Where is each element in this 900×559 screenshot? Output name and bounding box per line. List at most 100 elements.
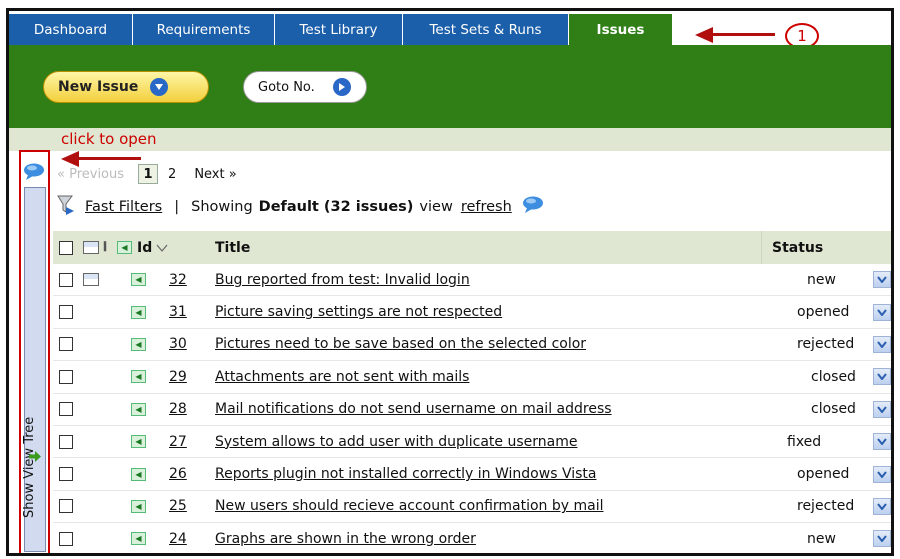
row-checkbox[interactable]	[59, 296, 73, 327]
row-checkbox[interactable]	[59, 426, 73, 457]
step-icon[interactable]: ◀	[131, 458, 146, 489]
table-row[interactable]: ◀ 30 Pictures need to be save based on the…	[53, 329, 891, 362]
fast-filters-link[interactable]: Fast Filters	[85, 199, 162, 215]
status-dropdown-button[interactable]	[873, 491, 891, 522]
sort-down-icon	[156, 240, 168, 256]
status-dropdown-button[interactable]	[873, 264, 891, 295]
new-issue-label: New Issue	[58, 79, 139, 95]
issue-id-link[interactable]: 25	[169, 491, 187, 522]
chevron-down-icon	[873, 303, 891, 321]
step-icon: ◀	[117, 231, 132, 264]
id-column-header[interactable]: Id	[137, 231, 168, 264]
step-icon[interactable]: ◀	[131, 264, 146, 295]
issue-status: opened	[797, 304, 850, 321]
title-column-header[interactable]: Title	[215, 231, 250, 264]
chevron-down-icon	[873, 433, 891, 451]
issue-title-link[interactable]: Attachments are not sent with mails	[215, 361, 469, 392]
status-header-label: Status	[772, 239, 824, 256]
showing-prefix: Showing	[191, 199, 253, 215]
issue-id-link[interactable]: 28	[169, 394, 187, 425]
table-row[interactable]: ◀ 32 Bug reported from test: Invalid login…	[53, 264, 891, 297]
issue-title-link[interactable]: Graphs are shown in the wrong order	[215, 523, 476, 553]
issue-title-link[interactable]: Mail notifications do not send username …	[215, 394, 612, 425]
table-row[interactable]: ◀ 28 Mail notifications do not send userna…	[53, 394, 891, 426]
issue-id-link[interactable]: 29	[169, 361, 187, 392]
paperclip-icon: 𝐈	[103, 240, 108, 255]
row-checkbox[interactable]	[59, 523, 73, 553]
issues-table: 𝐈 ◀ Id Title Status ◀ 32 Bug reported from…	[53, 231, 891, 553]
tab-test-sets-runs[interactable]: Test Sets & Runs	[403, 14, 569, 45]
row-checkbox[interactable]	[59, 329, 73, 360]
id-header-label: Id	[137, 239, 153, 256]
issue-status: new	[807, 271, 836, 288]
annotation-arrow-line	[711, 33, 775, 36]
table-row[interactable]: ◀ 24 Graphs are shown in the wrong order ne…	[53, 523, 891, 553]
row-checkbox[interactable]	[59, 394, 73, 425]
step-icon[interactable]: ◀	[131, 394, 146, 425]
status-dropdown-button[interactable]	[873, 329, 891, 360]
table-view-icon	[83, 231, 99, 264]
pagination: « Previous 1 2 Next »	[57, 163, 237, 185]
issue-title-link[interactable]: Reports plugin not installed correctly i…	[215, 458, 596, 489]
tab-requirements[interactable]: Requirements	[133, 14, 275, 45]
refresh-link[interactable]: refresh	[461, 199, 512, 215]
issue-id-link[interactable]: 26	[169, 458, 187, 489]
play-icon	[332, 78, 351, 96]
status-column-header[interactable]: Status	[761, 231, 891, 264]
status-dropdown-button[interactable]	[873, 361, 891, 392]
step-icon[interactable]: ◀	[131, 329, 146, 360]
row-checkbox[interactable]	[59, 264, 73, 295]
chevron-down-icon	[873, 400, 891, 418]
status-dropdown-button[interactable]	[873, 523, 891, 553]
next-page-link[interactable]: Next »	[194, 167, 236, 182]
new-issue-button[interactable]: New Issue	[43, 71, 209, 103]
tab-bar: Dashboard Requirements Test Library Test…	[9, 11, 891, 45]
chevron-down-icon	[873, 530, 891, 548]
step-icon[interactable]: ◀	[131, 491, 146, 522]
table-row[interactable]: ◀ 26 Reports plugin not installed correctl…	[53, 458, 891, 491]
step-icon[interactable]: ◀	[131, 361, 146, 392]
issue-status: new	[807, 530, 836, 547]
status-dropdown-button[interactable]	[873, 426, 891, 457]
issue-id-link[interactable]: 27	[169, 426, 187, 457]
annotation-arrow-line	[77, 157, 141, 160]
chevron-down-icon	[873, 335, 891, 353]
row-checkbox[interactable]	[59, 458, 73, 489]
row-checkbox[interactable]	[59, 491, 73, 522]
row-checkbox[interactable]	[59, 361, 73, 392]
filter-icon[interactable]	[57, 195, 75, 219]
speech-bubble-icon[interactable]	[522, 196, 544, 218]
tab-test-library[interactable]: Test Library	[275, 14, 403, 45]
app-frame: Dashboard Requirements Test Library Test…	[6, 8, 894, 556]
issue-status: rejected	[797, 336, 855, 353]
issue-title-link[interactable]: New users should recieve account confirm…	[215, 491, 604, 522]
table-row[interactable]: ◀ 27 System allows to add user with duplic…	[53, 426, 891, 459]
issue-id-link[interactable]: 24	[169, 523, 187, 553]
table-row[interactable]: ◀ 29 Attachments are not sent with mails cl…	[53, 361, 891, 394]
issue-title-link[interactable]: Pictures need to be save based on the se…	[215, 329, 586, 360]
status-dropdown-button[interactable]	[873, 458, 891, 489]
table-row[interactable]: ◀ 25 New users should recieve account conf…	[53, 491, 891, 524]
step-icon[interactable]: ◀	[131, 296, 146, 327]
step-icon[interactable]: ◀	[131, 426, 146, 457]
step-icon[interactable]: ◀	[131, 523, 146, 553]
speech-bubble-icon[interactable]	[23, 163, 45, 185]
select-all-checkbox[interactable]	[59, 231, 73, 264]
status-dropdown-button[interactable]	[873, 394, 891, 425]
show-view-tree-tab[interactable]: Show View Tree	[22, 187, 46, 552]
issue-title-link[interactable]: Picture saving settings are not respecte…	[215, 296, 502, 327]
page-2-link[interactable]: 2	[168, 167, 176, 182]
issue-title-link[interactable]: System allows to add user with duplicate…	[215, 426, 577, 457]
issue-id-link[interactable]: 31	[169, 296, 187, 327]
tab-issues[interactable]: Issues	[569, 14, 673, 45]
view-name: Default (32 issues)	[258, 199, 414, 215]
issue-id-link[interactable]: 32	[169, 264, 187, 295]
show-view-tree-label: Show View Tree	[22, 416, 37, 518]
tab-dashboard[interactable]: Dashboard	[9, 14, 133, 45]
issue-title-link[interactable]: Bug reported from test: Invalid login	[215, 264, 470, 295]
status-dropdown-button[interactable]	[873, 296, 891, 327]
goto-number-button[interactable]: Goto No.	[243, 71, 367, 103]
issue-id-link[interactable]: 30	[169, 329, 187, 360]
table-row[interactable]: ◀ 31 Picture saving settings are not respe…	[53, 296, 891, 329]
filters-row: Fast Filters | Showing Default (32 issue…	[57, 195, 544, 219]
